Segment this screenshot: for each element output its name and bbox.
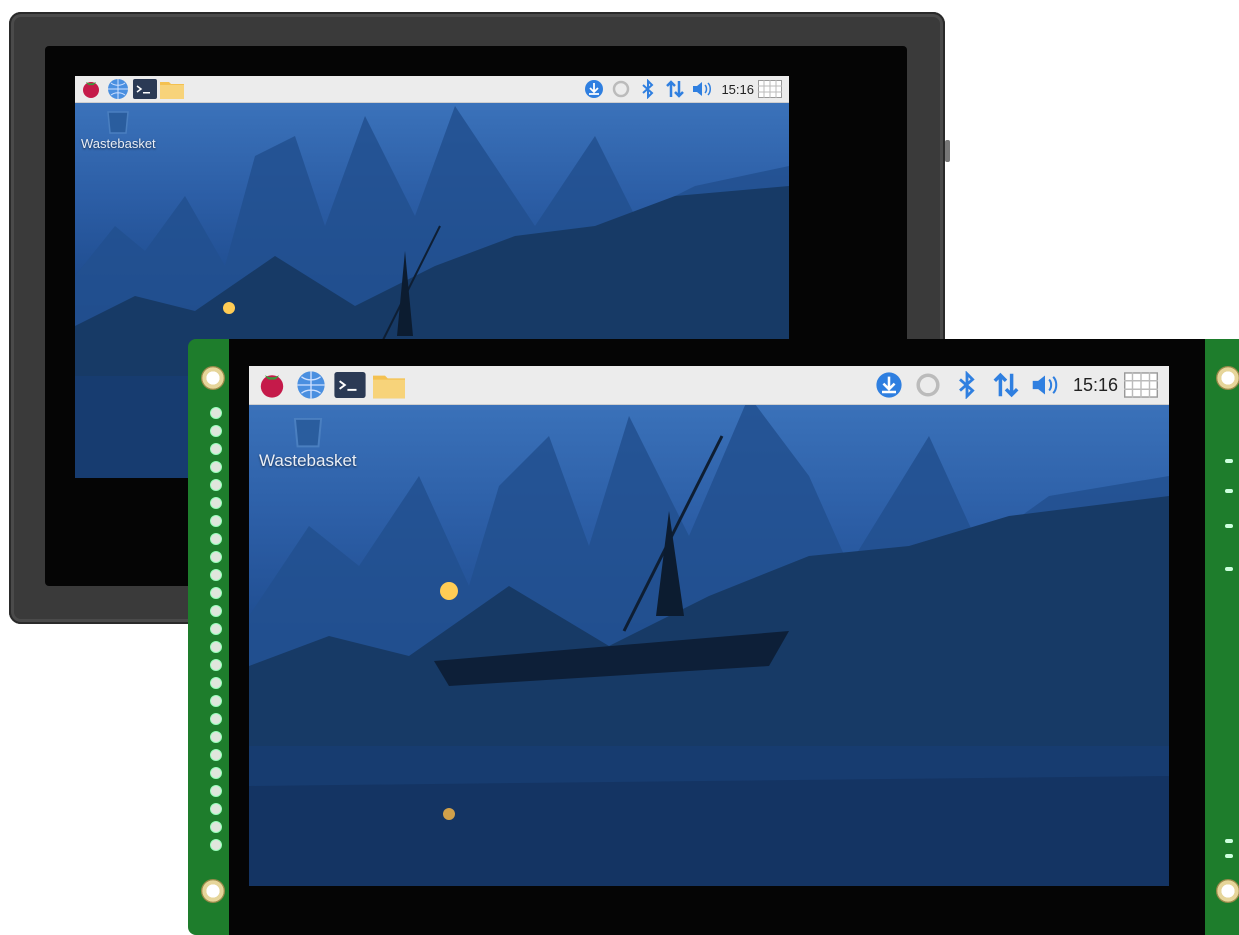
clock[interactable]: 15:16 — [721, 82, 754, 97]
mounting-hole — [1216, 879, 1239, 903]
back-side-button — [945, 140, 950, 162]
sync-icon[interactable] — [609, 77, 633, 101]
desktop-icon-label: Wastebasket — [81, 136, 156, 151]
desktop-icon-wastebasket[interactable]: Wastebasket — [259, 416, 357, 471]
sync-icon[interactable] — [911, 368, 945, 402]
trash-icon — [107, 111, 130, 134]
mounting-hole — [201, 366, 225, 390]
volume-icon[interactable] — [690, 77, 714, 101]
wallpaper-scene — [249, 396, 1169, 886]
front-screen: 15:16 Wastebasket — [249, 366, 1169, 886]
gpio-header-pins — [210, 407, 224, 857]
network-icon[interactable] — [989, 368, 1023, 402]
web-browser-icon[interactable] — [294, 368, 328, 402]
mounting-hole — [1216, 366, 1239, 390]
taskbar-launchers — [255, 368, 411, 402]
volume-icon[interactable] — [1028, 368, 1062, 402]
desktop-icon-label: Wastebasket — [259, 451, 357, 470]
bluetooth-icon[interactable] — [950, 368, 984, 402]
terminal-icon[interactable] — [333, 368, 367, 402]
bluetooth-icon[interactable] — [636, 77, 660, 101]
taskbar: 15:16 — [249, 366, 1169, 405]
clock[interactable]: 15:16 — [1073, 375, 1118, 396]
front-display-bezel: 15:16 Wastebasket — [229, 339, 1205, 935]
raspberry-menu-icon[interactable] — [79, 77, 103, 101]
download-updates-icon[interactable] — [872, 368, 906, 402]
system-tray: 15:16 — [582, 77, 785, 101]
network-icon[interactable] — [663, 77, 687, 101]
file-manager-icon[interactable] — [160, 77, 184, 101]
desktop-icon-wastebasket[interactable]: Wastebasket — [81, 110, 156, 151]
terminal-icon[interactable] — [133, 77, 157, 101]
desktop-wallpaper: 15:16 Wastebasket — [249, 366, 1169, 886]
taskbar: 15:16 — [75, 76, 789, 103]
taskbar-launchers — [79, 77, 187, 101]
download-updates-icon[interactable] — [582, 77, 606, 101]
mounting-hole — [201, 879, 225, 903]
raspberry-menu-icon[interactable] — [255, 368, 289, 402]
virtual-keyboard-icon[interactable] — [1124, 368, 1158, 402]
pcb-right-edge — [1216, 339, 1239, 935]
front-display-pcb: 15:16 Wastebasket — [188, 339, 1239, 935]
trash-icon — [293, 417, 322, 448]
system-tray: 15:16 — [872, 368, 1163, 402]
virtual-keyboard-icon[interactable] — [758, 77, 782, 101]
file-manager-icon[interactable] — [372, 368, 406, 402]
web-browser-icon[interactable] — [106, 77, 130, 101]
